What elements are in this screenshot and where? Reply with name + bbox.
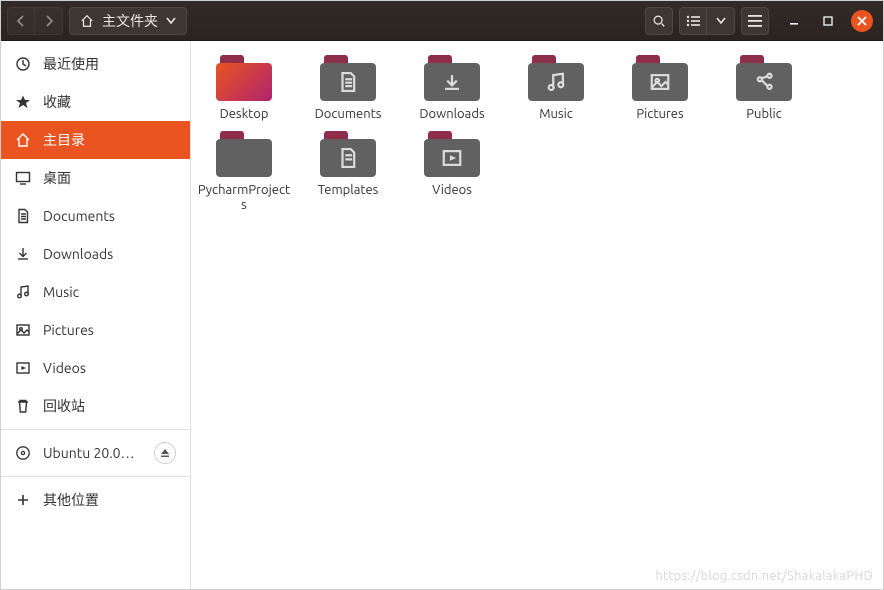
view-mode-group [679,7,735,35]
folder-label: Documents [315,107,382,123]
folder-item[interactable]: Music [509,55,603,123]
sidebar-separator [1,476,190,477]
folder-icon [632,55,688,101]
path-label: 主文件夹 [102,11,158,31]
folder-icon [320,55,376,101]
sidebar-item-label: Music [43,284,176,300]
folder-item[interactable]: Videos [405,131,499,214]
sidebar-item-recent[interactable]: 最近使用 [1,45,190,83]
desktop-icon [15,170,31,186]
nav-group [7,7,63,35]
sidebar-item-label: 桌面 [43,168,176,188]
folder-label: Videos [432,183,472,199]
pictures-icon [15,322,31,338]
sidebar-item-documents[interactable]: Documents [1,197,190,235]
sidebar: 最近使用收藏主目录桌面 Documents Downloads Music Pictur… [1,41,191,589]
home-icon [15,132,31,148]
close-button[interactable] [851,10,873,32]
home-icon [80,14,94,28]
sidebar-item-downloads[interactable]: Downloads [1,235,190,273]
sidebar-item-trash[interactable]: 回收站 [1,387,190,425]
folder-icon [216,55,272,101]
sidebar-item-starred[interactable]: 收藏 [1,83,190,121]
folder-label: Public [746,107,781,123]
sidebar-item-videos[interactable]: Videos [1,349,190,387]
sidebar-item-label: 最近使用 [43,54,176,74]
folder-item[interactable]: Downloads [405,55,499,123]
search-button[interactable] [645,7,673,35]
icon-grid: Desktop Documents Downloads Music Pictures Pu… [191,41,883,228]
content-area[interactable]: Desktop Documents Downloads Music Pictures Pu… [191,41,883,589]
folder-icon [216,131,272,177]
sidebar-other-locations[interactable]: 其他位置 [1,481,190,519]
sidebar-item-desktop[interactable]: 桌面 [1,159,190,197]
sidebar-item-label: Videos [43,360,176,376]
sidebar-item-pictures[interactable]: Pictures [1,311,190,349]
file-manager-window: 主文件夹 [0,0,884,590]
sidebar-item-home[interactable]: 主目录 [1,121,190,159]
view-options-button[interactable] [707,7,735,35]
back-button[interactable] [7,7,35,35]
folder-item[interactable]: Pictures [613,55,707,123]
clock-icon [15,56,31,72]
watermark: https://blog.csdn.net/ShakalakaPHD [655,569,873,583]
videos-icon [15,360,31,376]
folder-item[interactable]: Templates [301,131,395,214]
list-view-button[interactable] [679,7,707,35]
body: 最近使用收藏主目录桌面 Documents Downloads Music Pictur… [1,41,883,589]
folder-label: Music [539,107,573,123]
path-bar[interactable]: 主文件夹 [69,7,187,35]
sidebar-mount-label: Ubuntu 20.0… [43,445,142,461]
sidebar-item-music[interactable]: Music [1,273,190,311]
sidebar-separator [1,429,190,430]
folder-item[interactable]: Desktop [197,55,291,123]
eject-button[interactable] [154,442,176,464]
folder-icon [528,55,584,101]
sidebar-item-label: 收藏 [43,92,176,112]
folder-label: PycharmProjects [197,183,291,214]
chevron-down-icon [166,17,176,25]
documents-icon [15,208,31,224]
sidebar-item-label: Documents [43,208,176,224]
plus-icon [15,492,31,508]
forward-button[interactable] [35,7,63,35]
folder-label: Pictures [636,107,683,123]
sidebar-item-label: Pictures [43,322,176,338]
folder-icon [736,55,792,101]
star-icon [15,94,31,110]
sidebar-item-label: Downloads [43,246,176,262]
header-bar: 主文件夹 [1,1,883,41]
folder-icon [320,131,376,177]
sidebar-item-label: 回收站 [43,396,176,416]
folder-item[interactable]: Public [717,55,811,123]
sidebar-item-label: 主目录 [43,130,176,150]
music-icon [15,284,31,300]
sidebar-mount-ubuntu[interactable]: Ubuntu 20.0… [1,434,190,472]
maximize-button[interactable] [817,10,839,32]
folder-item[interactable]: PycharmProjects [197,131,291,214]
downloads-icon [15,246,31,262]
folder-label: Downloads [419,107,484,123]
folder-icon [424,131,480,177]
folder-label: Templates [318,183,379,199]
trash-icon [15,398,31,414]
minimize-button[interactable] [783,10,805,32]
folder-item[interactable]: Documents [301,55,395,123]
disc-icon [15,445,31,461]
folder-label: Desktop [220,107,269,123]
hamburger-menu-button[interactable] [741,7,769,35]
window-controls [783,10,873,32]
folder-icon [424,55,480,101]
sidebar-other-label: 其他位置 [43,490,176,510]
